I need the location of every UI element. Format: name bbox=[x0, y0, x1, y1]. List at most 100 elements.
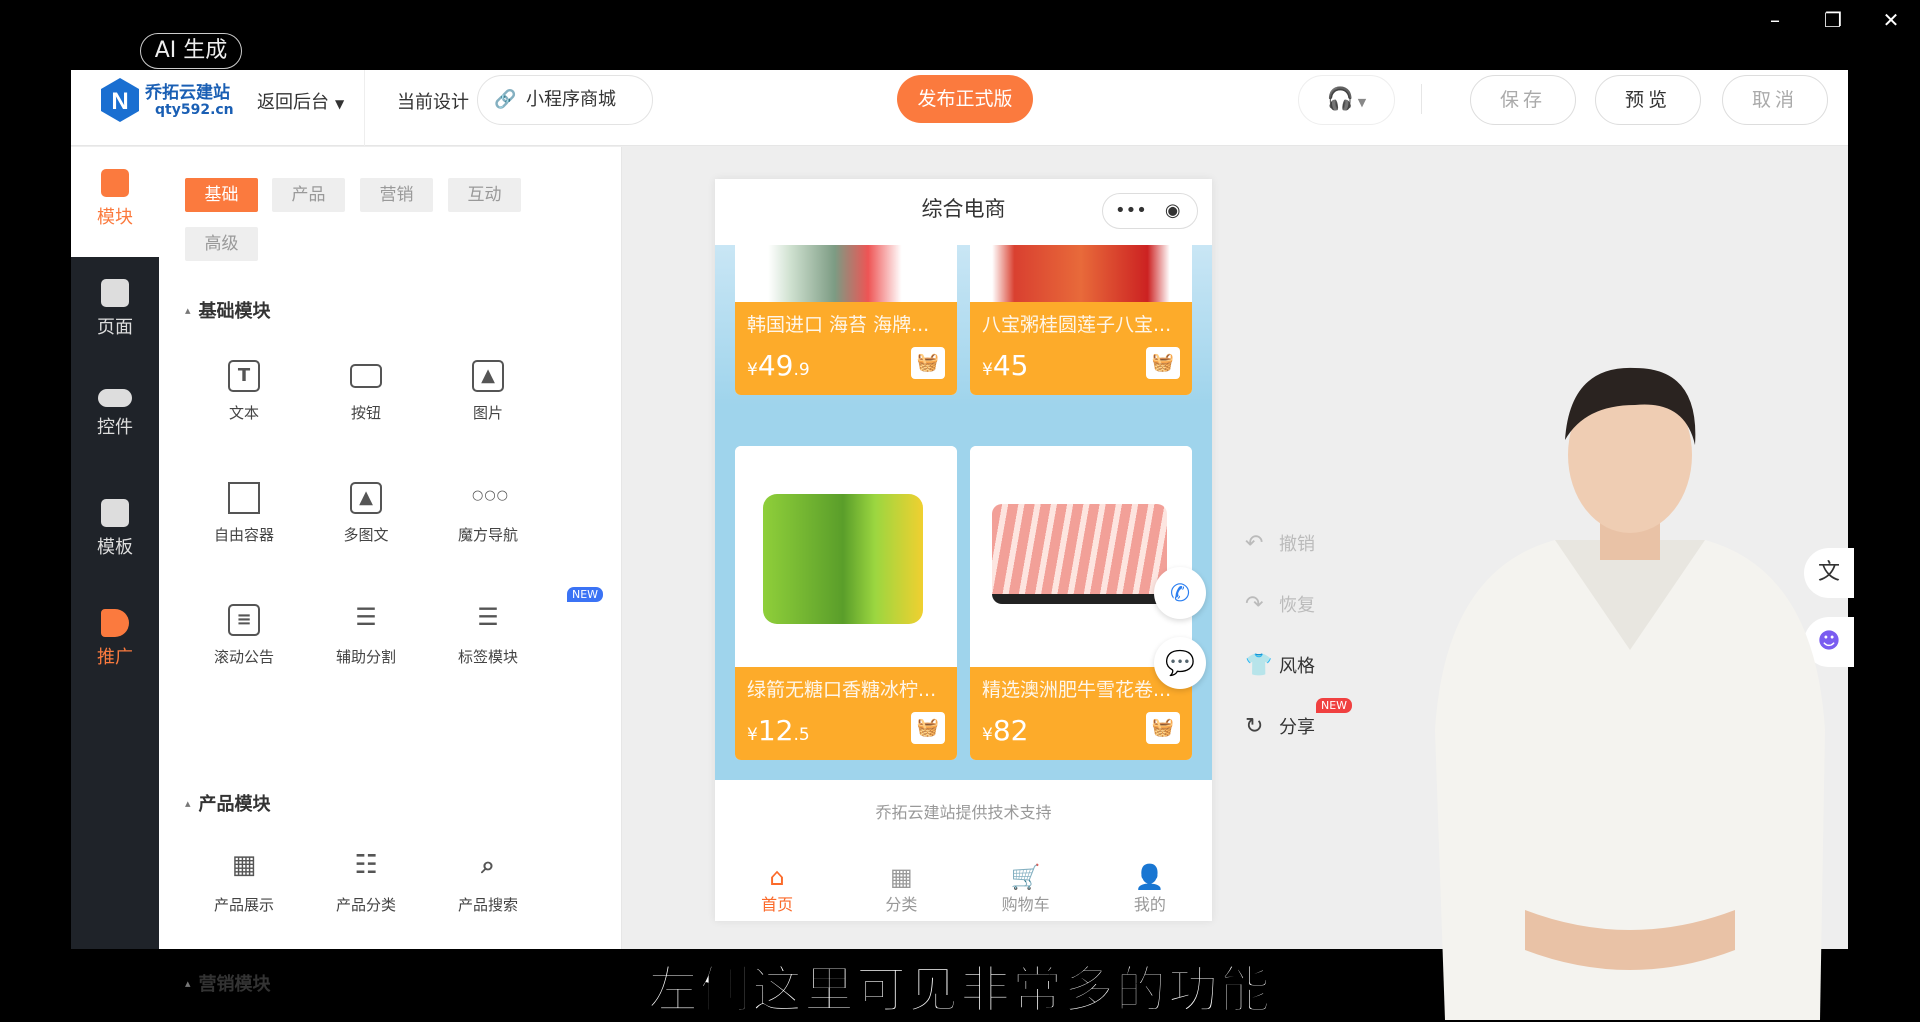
wechat-float-button[interactable]: 💬 bbox=[1154, 637, 1206, 689]
module-panel: 基础 产品 营销 互动 高级 基础模块 T 文本 按钮 ▲ 图片 自由容器 ▲ 多图文… bbox=[159, 147, 622, 995]
brand-url: qty592.cn bbox=[155, 102, 234, 118]
style-button[interactable]: 👕 风格 bbox=[1245, 652, 1315, 678]
cart-icon: 🛒 bbox=[1010, 863, 1041, 891]
restore-button[interactable]: ❐ bbox=[1818, 8, 1848, 32]
design-name: 小程序商城 bbox=[526, 89, 616, 110]
page-icon bbox=[101, 279, 129, 307]
multi-image-icon: ▲ bbox=[350, 482, 382, 514]
product-name: 八宝粥桂圆莲子八宝... bbox=[982, 314, 1172, 336]
publish-button[interactable]: 发布正式版 bbox=[897, 75, 1033, 123]
redo-button[interactable]: ↷ 恢复 bbox=[1245, 591, 1315, 617]
module-divider[interactable]: ☰ 辅助分割 bbox=[306, 604, 426, 667]
cancel-button[interactable]: 取消 bbox=[1722, 75, 1828, 125]
add-to-cart-icon[interactable]: 🧺 bbox=[1146, 712, 1180, 744]
rail-item-controls[interactable]: 控件 bbox=[71, 367, 159, 477]
module-product-search[interactable]: ⌕ 产品搜索 bbox=[428, 852, 548, 915]
customer-support-dropdown[interactable]: 🎧 ▼ bbox=[1298, 75, 1395, 125]
module-image[interactable]: ▲ 图片 bbox=[428, 360, 548, 423]
product-list: 韩国进口 海苔 海牌... ¥49.9 🧺 八宝粥桂圆莲子八宝... ¥45 🧺 绿箭无… bbox=[715, 215, 1212, 780]
add-to-cart-icon[interactable]: 🧺 bbox=[1146, 347, 1180, 379]
tab-basic[interactable]: 基础 bbox=[185, 178, 258, 212]
tab-interaction[interactable]: 互动 bbox=[448, 178, 521, 212]
home-icon: ⌂ bbox=[769, 863, 785, 891]
module-label: 自由容器 bbox=[213, 526, 274, 544]
tag-list-icon: ☰ bbox=[477, 603, 499, 631]
module-label: 魔方导航 bbox=[457, 526, 518, 544]
divider-icon: ☰ bbox=[355, 603, 377, 631]
phone-preview: 综合电商 ••• ◉ 韩国进口 海苔 海牌... ¥49.9 🧺 八宝粥桂圆莲子八宝.… bbox=[715, 179, 1212, 921]
preview-button[interactable]: 预览 bbox=[1595, 75, 1701, 125]
rail-item-templates[interactable]: 模板 bbox=[71, 477, 159, 587]
module-label: 文本 bbox=[228, 404, 259, 422]
module-button[interactable]: 按钮 bbox=[306, 360, 426, 423]
rail-label: 页面 bbox=[97, 317, 133, 338]
section-basic-modules: 基础模块 bbox=[185, 297, 271, 323]
rail-item-modules[interactable]: 模块 bbox=[71, 147, 159, 257]
add-to-cart-icon[interactable]: 🧺 bbox=[911, 712, 945, 744]
tab-advanced[interactable]: 高级 bbox=[185, 227, 258, 261]
back-label: 返回后台 bbox=[257, 92, 329, 113]
rail-item-promotion[interactable]: 推广 bbox=[71, 587, 159, 697]
container-icon bbox=[228, 482, 260, 514]
toggle-icon bbox=[98, 389, 132, 407]
new-badge: NEW bbox=[1316, 698, 1353, 713]
module-label: 多图文 bbox=[343, 526, 389, 544]
share-icon: ↻ bbox=[1245, 714, 1264, 739]
module-text[interactable]: T 文本 bbox=[184, 360, 304, 423]
phone-call-float-button[interactable]: ✆ bbox=[1154, 567, 1206, 619]
miniprogram-capsule[interactable]: ••• ◉ bbox=[1102, 193, 1198, 229]
module-free-container[interactable]: 自由容器 bbox=[184, 482, 304, 545]
category-icon: ☷ bbox=[354, 850, 378, 880]
module-product-category[interactable]: ☷ 产品分类 bbox=[306, 852, 426, 915]
text-icon: T bbox=[228, 360, 260, 392]
megaphone-icon bbox=[101, 609, 129, 637]
product-name: 韩国进口 海苔 海牌... bbox=[747, 314, 930, 336]
grid-dots-icon: ○○○ bbox=[472, 488, 510, 503]
tab-cart[interactable]: 🛒 购物车 bbox=[964, 855, 1088, 921]
rail-label: 模块 bbox=[97, 207, 133, 228]
module-tag[interactable]: ☰ 标签模块 bbox=[428, 604, 548, 667]
phone-tabbar: ⌂ 首页 ▦ 分类 🛒 购物车 👤 我的 bbox=[715, 855, 1212, 921]
image-icon: ▲ bbox=[472, 360, 504, 392]
add-to-cart-icon[interactable]: 🧺 bbox=[911, 347, 945, 379]
close-button[interactable]: ✕ bbox=[1876, 8, 1906, 32]
link-icon: 🔗 bbox=[494, 89, 517, 110]
module-label: 产品展示 bbox=[213, 896, 274, 914]
tab-marketing[interactable]: 营销 bbox=[360, 178, 433, 212]
chevron-down-icon: ▼ bbox=[335, 97, 345, 111]
undo-button[interactable]: ↶ 撤销 bbox=[1245, 530, 1315, 556]
rail-item-pages[interactable]: 页面 bbox=[71, 257, 159, 367]
shirt-icon: 👕 bbox=[1245, 653, 1273, 678]
module-label: 滚动公告 bbox=[213, 648, 274, 666]
tab-category[interactable]: ▦ 分类 bbox=[839, 855, 963, 921]
top-header: N 乔拓云建站 qty592.cn 返回后台 ▼ 当前设计 🔗 小程序商城 发布正式… bbox=[71, 70, 1848, 146]
tab-mine[interactable]: 👤 我的 bbox=[1088, 855, 1212, 921]
tech-support-footer: 乔拓云建站提供技术支持 bbox=[875, 803, 1052, 822]
module-label: 按钮 bbox=[350, 404, 381, 422]
section-product-modules: 产品模块 bbox=[185, 790, 271, 816]
more-icon: ••• bbox=[1115, 200, 1147, 221]
tab-home[interactable]: ⌂ 首页 bbox=[715, 855, 839, 921]
product-card[interactable]: 绿箭无糖口香糖冰柠... ¥12.5 🧺 bbox=[735, 446, 957, 760]
share-button[interactable]: ↻ 分享 bbox=[1245, 713, 1315, 739]
button-icon bbox=[350, 364, 382, 388]
svg-text:N: N bbox=[111, 88, 128, 115]
module-multi-image-text[interactable]: ▲ 多图文 bbox=[306, 482, 426, 545]
module-product-display[interactable]: ▦ 产品展示 bbox=[184, 852, 304, 915]
video-subtitle: 左侧这里可见非常多的功能 bbox=[647, 960, 1272, 1020]
rail-label: 控件 bbox=[97, 417, 133, 438]
save-button[interactable]: 保存 bbox=[1470, 75, 1576, 125]
product-search-icon: ⌕ bbox=[481, 851, 495, 879]
back-to-admin-dropdown[interactable]: 返回后台 ▼ bbox=[257, 88, 344, 114]
category-icon: ▦ bbox=[890, 863, 913, 891]
undo-icon: ↶ bbox=[1245, 531, 1264, 556]
notice-icon: ≡ bbox=[228, 604, 260, 636]
module-magic-nav[interactable]: ○○○ 魔方导航 bbox=[428, 482, 548, 545]
module-scroll-notice[interactable]: ≡ 滚动公告 bbox=[184, 604, 304, 667]
left-rail: 模块 页面 控件 模板 推广 bbox=[71, 147, 159, 949]
rail-label: 模板 bbox=[97, 537, 133, 558]
tab-product[interactable]: 产品 bbox=[272, 178, 345, 212]
product-grid-icon: ▦ bbox=[231, 850, 257, 880]
design-selector[interactable]: 🔗 小程序商城 bbox=[477, 75, 653, 125]
minimize-button[interactable]: – bbox=[1760, 8, 1790, 32]
